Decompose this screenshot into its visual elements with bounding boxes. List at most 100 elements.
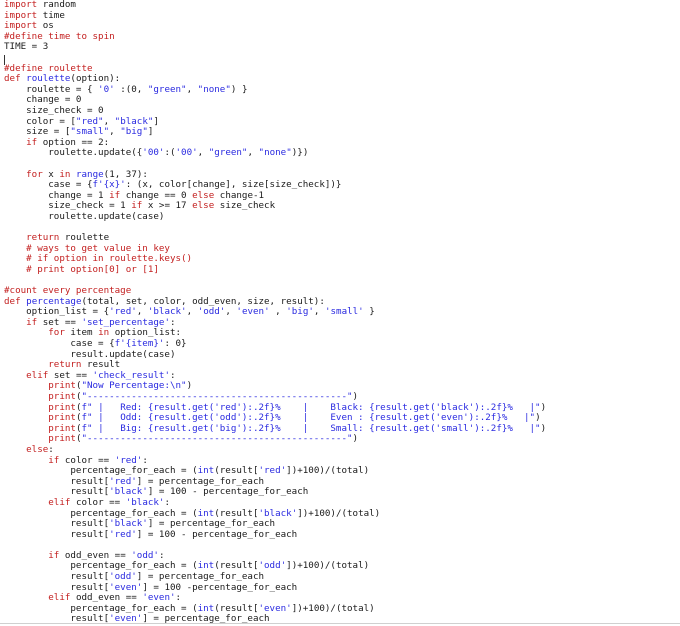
code-token-plain: ])+100)/(total) [297,507,381,519]
code-token-plain: os [37,20,54,32]
code-token-str: f" | Big: {result.get('big'):.2f}% | Sma… [81,422,541,434]
code-token-kw: print [48,390,76,402]
code-token-plain: ) [352,433,359,445]
code-token-kw: elif [26,369,49,381]
code-token-str: 'black' [109,486,148,498]
code-token-fn: range [75,168,104,180]
code-token-kw: elif [48,496,71,508]
code-token-kw: import [4,0,38,10]
code-token-kw: if [48,549,60,561]
code-token-plain: option == 2: [37,136,110,148]
code-token-cm: #define time to spin [4,30,115,42]
code-token-plain: (result[ [214,560,259,572]
code-token-plain: ] = 100 - percentage_for_each [136,528,298,540]
code-token-kw: for [26,168,43,180]
code-token-plain: result[ [4,475,110,487]
code-token-plain: (result[ [214,465,259,477]
code-text-area[interactable]: import random import time import os #define… [4,0,546,625]
code-token-kw: def [4,73,21,85]
code-token-kw: if [26,316,38,328]
code-token-str: "---------------------------------------… [81,433,353,445]
code-token-plain: ])+100)/(total) [291,602,375,614]
code-token-plain: ] = 100 - percentage_for_each [147,486,309,498]
code-token-plain: ) [186,380,193,392]
code-token-plain: , [186,306,198,318]
code-token-kw: print [48,401,76,413]
code-editor[interactable]: import random import time import os #define… [0,0,680,626]
code-token-plain: x [42,168,60,180]
code-token-plain: ] [147,126,154,138]
code-token-plain: size = [ [4,126,71,138]
code-line: result['red'] = 100 - percentage_for_eac… [4,528,546,541]
code-token-plain: set == [37,316,82,328]
text-cursor [4,55,5,65]
code-token-plain: , [103,115,115,127]
code-token-plain: , [247,147,259,159]
code-token-plain: percentage_for_each = ( [4,507,198,519]
code-token-plain: result[ [4,571,110,583]
code-token-kw: else [192,200,215,212]
code-token-plain: , [109,126,121,138]
code-token-kw: else [26,443,49,455]
code-token-plain: ) [540,401,547,413]
code-line: TIME = 3 [4,42,546,53]
code-token-plain: : [175,592,182,604]
code-token-kw: in [98,327,110,339]
code-token-fn: int [197,560,215,572]
code-token-plain: (option): [70,73,121,85]
code-token-plain: : [158,549,165,561]
code-token-plain: result [81,359,121,371]
code-token-fn: int [197,602,215,614]
code-token-plain: : 0} [164,338,187,349]
code-token-plain: , [313,306,325,318]
code-token-str: 'red' [109,475,137,487]
code-token-cm: # if option in roulette.keys() [26,253,193,265]
code-token-plain: color = [ [4,115,76,127]
code-token-plain: , [136,306,148,318]
code-token-plain: : [48,443,54,455]
code-token-plain: time [37,9,65,21]
code-token-kw: print [48,412,76,424]
code-token-str: 'odd' [131,549,159,561]
code-token-str: "black" [114,115,154,127]
code-token-plain: set == [48,369,93,381]
code-token-str: 'odd' [109,571,137,583]
code-token-str: 'even' [109,581,143,593]
code-token-kw: return [48,359,82,371]
code-token-plain: :( [164,147,176,159]
code-token-plain: random [37,0,76,10]
code-token-kw: elif [48,592,71,604]
code-token-cm: #define roulette [4,62,93,74]
code-token-plain: (result[ [214,507,259,519]
code-token-plain: color == [59,454,115,466]
code-token-plain: x >= 17 [142,200,193,212]
code-token-str: 'even' [236,306,270,318]
code-token-plain: ])+100)/(total) [286,560,370,572]
code-token-kw: if [109,189,121,201]
code-token-plain: (1, 37): [103,168,148,180]
code-line: roulette = { '0' :(0, "green", "none") } [4,84,546,96]
code-token-str: 'red' [109,306,137,318]
code-token-plain: odd_even == [59,549,132,561]
code-token-str: '00' [175,147,198,159]
code-token-str: "green" [208,147,248,159]
code-token-plain: , [225,306,237,318]
code-token-kw: return [26,232,60,244]
code-token-str: 'odd' [258,560,287,572]
code-token-str: 'red' [258,465,287,477]
code-token-plain: (total, set, color, odd_even, size, resu… [81,295,325,307]
code-token-kw: print [48,380,76,392]
